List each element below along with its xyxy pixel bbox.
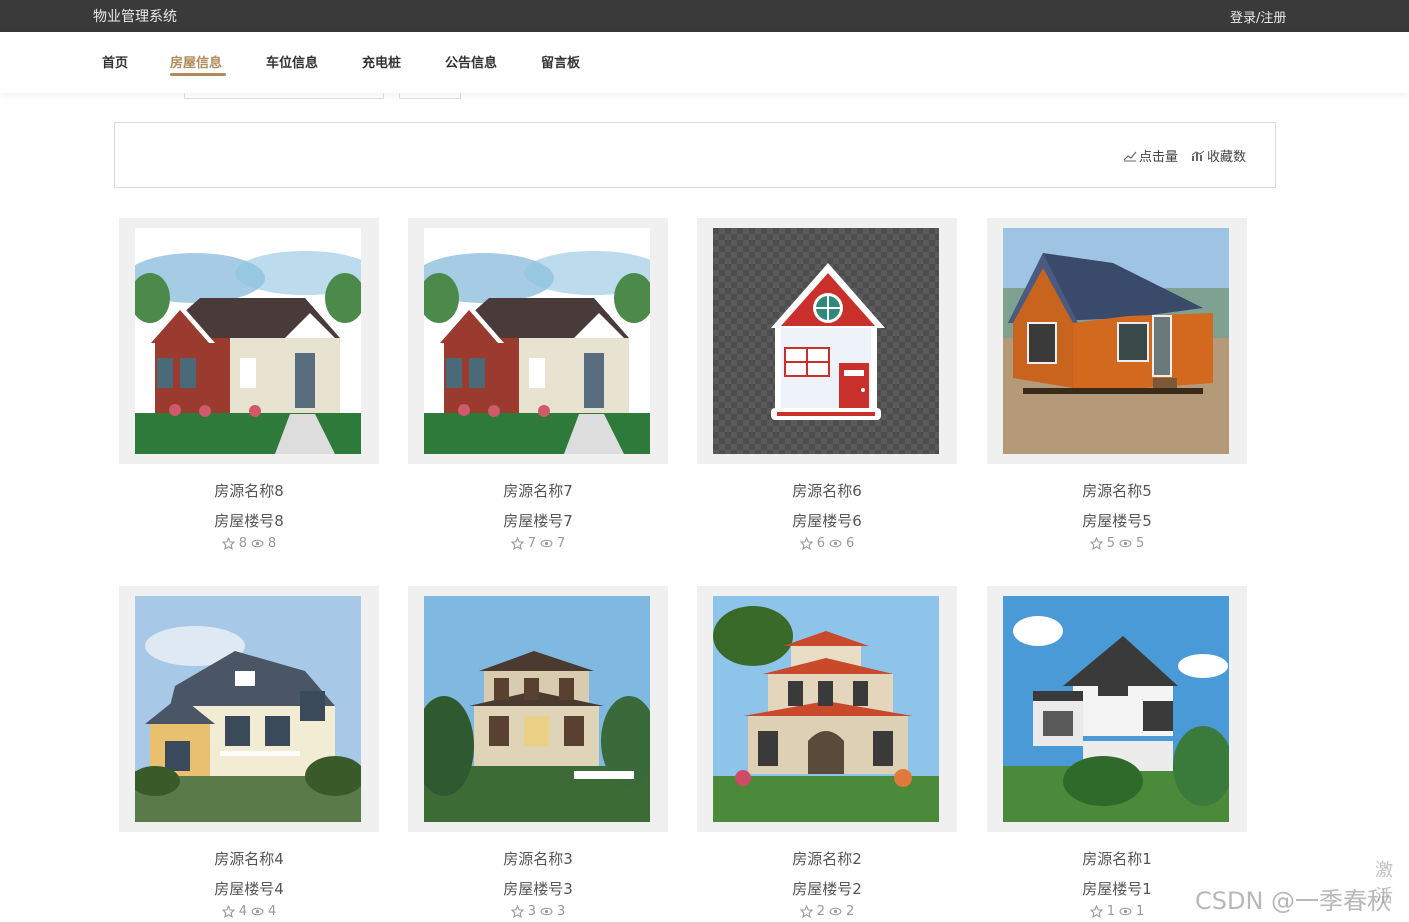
house-name[interactable]: 房源名称4	[119, 848, 379, 869]
main-nav: 首页 房屋信息 车位信息 充电桩 公告信息 留言板	[0, 32, 1409, 93]
star-icon	[1089, 537, 1103, 550]
house-stats: 2 2	[697, 904, 957, 919]
star-icon	[510, 905, 524, 918]
house-image[interactable]	[119, 218, 379, 464]
house-name[interactable]: 房源名称5	[987, 480, 1247, 501]
house-stats: 3 3	[408, 904, 668, 919]
sort-by-clicks[interactable]: 点击量	[1123, 146, 1178, 165]
top-bar: 物业管理系统 登录/注册	[0, 0, 1409, 32]
sort-favorites-label: 收藏数	[1207, 150, 1247, 165]
star-icon	[799, 537, 813, 550]
house-image[interactable]	[987, 218, 1247, 464]
sort-clicks-label: 点击量	[1139, 150, 1179, 165]
favorite-count: 4	[238, 904, 247, 919]
cream-villa-image	[135, 596, 361, 822]
nav-parking-info[interactable]: 车位信息	[266, 52, 318, 71]
view-count: 7	[557, 536, 566, 551]
trend-up-icon	[1123, 151, 1137, 161]
house-number: 房屋楼号6	[792, 512, 862, 530]
european-villa-image	[713, 596, 939, 822]
red-brick-cottage-image	[135, 228, 361, 454]
house-stats: 7 7	[408, 536, 668, 551]
bar-chart-icon	[1191, 150, 1205, 161]
eye-icon	[1119, 539, 1132, 548]
house-image[interactable]	[697, 586, 957, 832]
view-count: 1	[1136, 904, 1145, 919]
star-icon	[221, 537, 235, 550]
house-name[interactable]: 房源名称3	[408, 848, 668, 869]
favorite-count: 1	[1106, 904, 1115, 919]
house-number: 房屋楼号2	[792, 880, 862, 898]
eye-icon	[251, 907, 264, 916]
nav-message-board[interactable]: 留言板	[541, 52, 580, 71]
star-icon	[221, 905, 235, 918]
star-icon	[1089, 905, 1103, 918]
house-number: 房屋楼号8	[214, 512, 284, 530]
wooden-cabin-image	[1003, 228, 1229, 454]
brown-villa-image	[424, 596, 650, 822]
view-count: 2	[846, 904, 855, 919]
eye-icon	[829, 539, 842, 548]
favorite-count: 6	[816, 536, 825, 551]
house-image[interactable]	[697, 218, 957, 464]
house-number: 房屋楼号4	[214, 880, 284, 898]
house-number: 房屋楼号5	[1082, 512, 1152, 530]
white-modern-villa-image	[1003, 596, 1229, 822]
view-count: 4	[268, 904, 277, 919]
house-number: 房屋楼号7	[503, 512, 573, 530]
eye-icon	[540, 539, 553, 548]
house-image[interactable]	[987, 586, 1247, 832]
view-count: 8	[268, 536, 277, 551]
house-name[interactable]: 房源名称1	[987, 848, 1247, 869]
favorite-count: 7	[527, 536, 536, 551]
house-image[interactable]	[408, 586, 668, 832]
view-count: 6	[846, 536, 855, 551]
cartoon-house-image	[713, 228, 939, 454]
app-title: 物业管理系统	[93, 9, 177, 25]
house-stats: 4 4	[119, 904, 379, 919]
eye-icon	[1119, 907, 1132, 916]
eye-icon	[829, 907, 842, 916]
login-register-link[interactable]: 登录/注册	[1230, 7, 1286, 26]
house-image[interactable]	[408, 218, 668, 464]
sort-by-favorites[interactable]: 收藏数	[1191, 146, 1246, 165]
eye-icon	[251, 539, 264, 548]
house-name[interactable]: 房源名称8	[119, 480, 379, 501]
favorite-count: 3	[527, 904, 536, 919]
favorite-count: 5	[1106, 536, 1115, 551]
view-count: 5	[1136, 536, 1145, 551]
house-name[interactable]: 房源名称2	[697, 848, 957, 869]
csdn-watermark: CSDN @一季春秋	[1195, 887, 1392, 915]
nav-charging-pile[interactable]: 充电桩	[362, 52, 401, 71]
house-stats: 8 8	[119, 536, 379, 551]
favorite-count: 2	[816, 904, 825, 919]
nav-announcements[interactable]: 公告信息	[445, 52, 497, 71]
house-number: 房屋楼号3	[503, 880, 573, 898]
view-count: 3	[557, 904, 566, 919]
nav-home[interactable]: 首页	[102, 52, 128, 71]
favorite-count: 8	[238, 536, 247, 551]
nav-active-underline	[170, 73, 226, 76]
house-name[interactable]: 房源名称7	[408, 480, 668, 501]
house-image[interactable]	[119, 586, 379, 832]
star-icon	[799, 905, 813, 918]
sort-bar: 点击量 收藏数	[114, 122, 1276, 188]
house-stats: 6 6	[697, 536, 957, 551]
star-icon	[510, 537, 524, 550]
red-brick-cottage-image	[424, 228, 650, 454]
house-stats: 5 5	[987, 536, 1247, 551]
nav-house-info[interactable]: 房屋信息	[170, 52, 222, 71]
house-name[interactable]: 房源名称6	[697, 480, 957, 501]
eye-icon	[540, 907, 553, 916]
